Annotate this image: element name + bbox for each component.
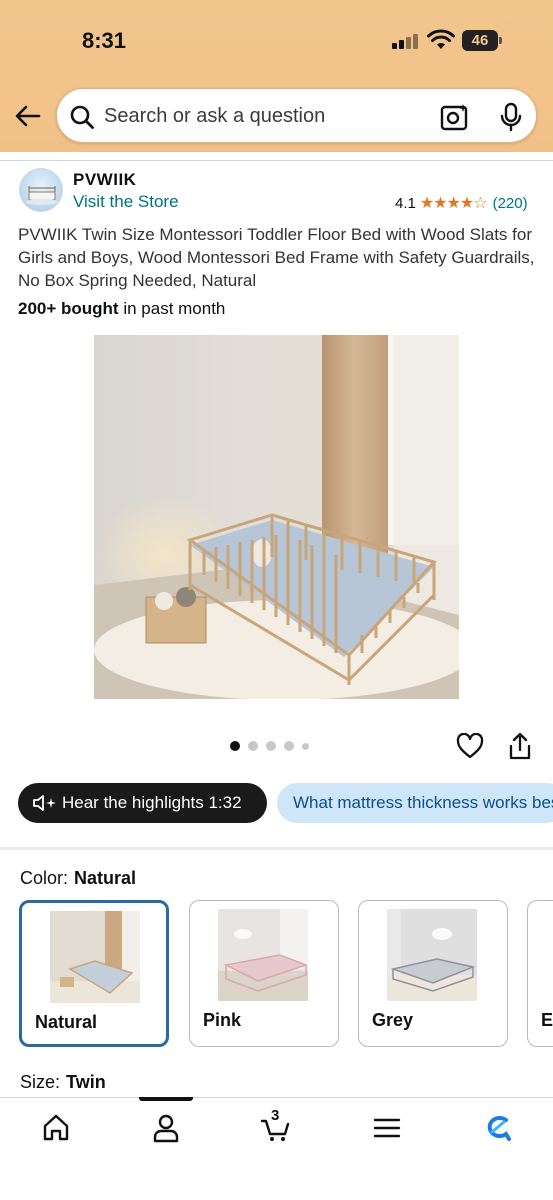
- visit-store-link[interactable]: Visit the Store: [73, 192, 179, 212]
- back-arrow-icon[interactable]: [12, 100, 44, 132]
- battery-percent: 46: [471, 32, 489, 49]
- bought-in-past-month: 200+ bought in past month: [18, 299, 226, 318]
- swatch-label: Pink: [203, 1010, 242, 1030]
- microphone-icon[interactable]: [497, 102, 525, 132]
- carousel-dot[interactable]: [248, 741, 258, 751]
- section-divider: [0, 847, 553, 850]
- rating-count[interactable]: (220): [493, 195, 528, 212]
- product-image[interactable]: [94, 335, 459, 699]
- header: 8:31 46 Search or ask a question: [0, 0, 553, 152]
- carousel-dot[interactable]: [230, 741, 240, 751]
- cellular-signal-icon: [392, 33, 422, 49]
- cart-count: 3: [271, 1107, 280, 1124]
- brand-name: PVWIIK: [73, 170, 137, 189]
- brand-logo[interactable]: [19, 168, 63, 212]
- carousel-dot[interactable]: [266, 741, 276, 751]
- home-icon[interactable]: [40, 1112, 72, 1144]
- carousel-dot[interactable]: [284, 741, 294, 751]
- camera-search-icon[interactable]: [439, 101, 471, 133]
- wifi-icon: [427, 29, 455, 49]
- battery-icon: 46: [462, 30, 502, 51]
- swatch-label: Grey: [372, 1010, 414, 1030]
- selected-color: Natural: [74, 868, 137, 888]
- swatch-label: E: [541, 1010, 553, 1030]
- swatch-label: Natural: [35, 1012, 98, 1032]
- image-carousel-dots[interactable]: [230, 741, 317, 751]
- account-icon[interactable]: [150, 1112, 182, 1144]
- hear-highlights-label: Hear the highlights 1:32: [62, 793, 242, 812]
- swatch-pink[interactable]: Pink: [189, 900, 339, 1047]
- product-title: PVWIIK Twin Size Montessori Toddler Floo…: [18, 225, 535, 290]
- swatch-thumbnail: [387, 909, 477, 1001]
- rating-summary[interactable]: 4.1 ★★★★☆ (220): [395, 193, 528, 213]
- rating-value: 4.1: [395, 194, 416, 212]
- swatch-grey[interactable]: Grey: [358, 900, 508, 1047]
- swatch-thumbnail: [218, 909, 308, 1001]
- share-icon[interactable]: [508, 732, 532, 760]
- search-input[interactable]: Search or ask a question: [104, 105, 325, 128]
- question-chip[interactable]: What mattress thickness works best?: [277, 783, 553, 823]
- hear-highlights-button[interactable]: Hear the highlights 1:32: [18, 783, 267, 823]
- heart-icon[interactable]: [456, 733, 484, 759]
- search-bar[interactable]: Search or ask a question: [56, 88, 537, 143]
- size-label: Size: Twin: [20, 1072, 106, 1092]
- carousel-dot[interactable]: [302, 742, 309, 750]
- star-rating-icon: ★★★★☆: [419, 195, 488, 212]
- rufus-assistant-icon[interactable]: [482, 1112, 514, 1144]
- swatch-natural[interactable]: Natural: [19, 900, 169, 1047]
- selected-size: Twin: [66, 1072, 106, 1092]
- swatch-thumbnail: [50, 911, 140, 1003]
- swatch-partial[interactable]: E: [527, 900, 553, 1047]
- active-tab-indicator: [139, 1097, 193, 1101]
- header-divider: [0, 160, 553, 161]
- color-label: Color: Natural: [20, 868, 137, 888]
- status-time: 8:31: [82, 28, 127, 53]
- speaker-sparkle-icon: [33, 795, 56, 811]
- search-icon: [70, 105, 94, 129]
- menu-icon[interactable]: [371, 1112, 403, 1144]
